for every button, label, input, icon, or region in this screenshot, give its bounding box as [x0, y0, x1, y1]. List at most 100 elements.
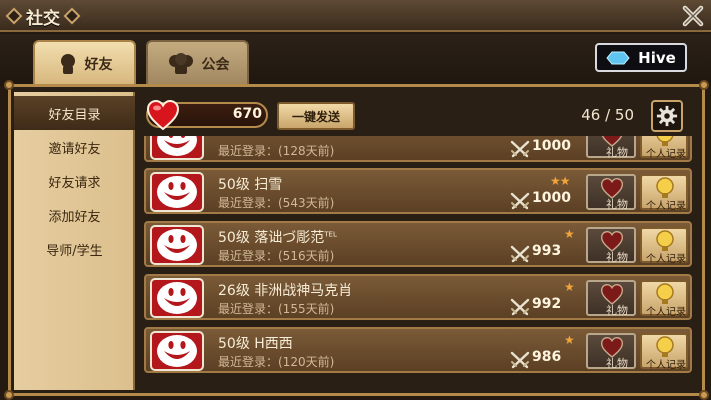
friend-row: 最近登录：(128天前) 1000 礼物 个人记录 [144, 136, 692, 162]
record-button[interactable]: 个人记录 [640, 280, 688, 318]
friend-name: 50级 落诎づ彫范TEL [218, 227, 337, 247]
smiley-face-icon [157, 176, 197, 208]
sidebar-item-friend-list[interactable]: 好友目录 [14, 96, 135, 130]
record-label: 个人记录 [646, 254, 686, 265]
friend-list[interactable]: 最近登录：(128天前) 1000 礼物 个人记录 50级 扫雪 最近登录：(5… [140, 136, 696, 388]
tab-friends[interactable]: 好友 [33, 40, 136, 86]
friend-score: 1000 [532, 138, 571, 154]
send-all-button[interactable]: 一键发送 [277, 102, 355, 130]
hive-button[interactable]: Hive [595, 43, 687, 72]
crossed-swords-icon [510, 351, 530, 369]
title-diamond-icon [63, 7, 81, 25]
sidebar-item-friend-requests[interactable]: 好友请求 [14, 164, 135, 198]
window-title: 社交 [26, 8, 60, 29]
gift-button[interactable]: 礼物 [586, 136, 636, 159]
sidebar-item-label: 邀请好友 [48, 141, 101, 157]
close-button[interactable] [679, 2, 707, 30]
record-button[interactable]: 个人记录 [640, 227, 688, 265]
sidebar-item-mentor-student[interactable]: 导师/学生 [14, 232, 135, 266]
frame-rivet [4, 80, 14, 90]
bulb-icon [656, 283, 674, 304]
tab-guild[interactable]: 公会 [146, 40, 249, 86]
title-diamond-icon [5, 7, 23, 25]
tab-friends-label: 好友 [84, 57, 113, 73]
friend-head-icon [57, 52, 79, 76]
guild-group-icon [166, 52, 196, 76]
smiley-face-icon [157, 229, 197, 261]
last-login: 最近登录：(120天前) [218, 355, 335, 369]
friend-score: 993 [532, 243, 562, 259]
frame-rivet [4, 390, 14, 400]
crossed-swords-icon [510, 245, 530, 263]
tab-guild-label: 公会 [201, 57, 230, 73]
record-button[interactable]: 个人记录 [640, 136, 688, 160]
heart-icon [146, 100, 180, 131]
record-label: 个人记录 [646, 307, 686, 318]
last-login: 最近登录：(516天前) [218, 249, 335, 263]
settings-button[interactable] [651, 100, 683, 132]
bulb-icon [656, 177, 674, 198]
friend-toolbar: 670 一键发送 46 / 50 [138, 92, 698, 134]
friend-row: 26级 非洲战神马克肖 最近登录：(155天前) ★ 992 礼物 个人记录 [144, 274, 692, 320]
star-rating: ★ [564, 280, 575, 294]
friend-avatar[interactable] [150, 331, 204, 371]
star-rating: ★★ [550, 174, 570, 188]
gift-label: 礼物 [606, 304, 628, 317]
gift-label: 礼物 [606, 198, 628, 211]
record-label: 个人记录 [646, 149, 686, 160]
star-rating: ★ [564, 333, 575, 347]
gift-label: 礼物 [606, 251, 628, 264]
hive-label: Hive [638, 48, 676, 67]
crossed-swords-icon [510, 298, 530, 316]
record-button[interactable]: 个人记录 [640, 333, 688, 371]
last-login: 最近登录：(128天前) [218, 144, 335, 158]
bulb-icon [656, 230, 674, 251]
frame-rivet [699, 80, 709, 90]
title-group: 社交 [5, 4, 81, 29]
friend-row: 50级 扫雪 最近登录：(543天前) ★★ 1000 礼物 个人记录 [144, 168, 692, 214]
friend-avatar[interactable] [150, 172, 204, 212]
last-login: 最近登录：(155天前) [218, 302, 335, 316]
friend-avatar[interactable] [150, 136, 204, 160]
smiley-face-icon [157, 136, 197, 156]
friend-name-text: 落诎づ彫范 [254, 230, 325, 246]
friend-name: 50级 扫雪 [218, 174, 282, 194]
friend-row: 50级 落诎づ彫范TEL 最近登录：(516天前) ★ 993 礼物 个人记录 [144, 221, 692, 267]
sidebar: 好友目录 邀请好友 好友请求 添加好友 导师/学生 [14, 92, 135, 390]
gift-button[interactable]: 礼物 [586, 280, 636, 317]
friend-avatar[interactable] [150, 278, 204, 318]
friend-name: 50级 H西西 [218, 333, 293, 353]
friend-level: 50级 [218, 177, 250, 193]
friend-score: 992 [532, 296, 562, 312]
smiley-face-icon [157, 335, 197, 367]
frame-rivet [699, 390, 709, 400]
friend-name-text: 非洲战神马克肖 [254, 283, 353, 299]
friend-name-text: 扫雪 [254, 177, 283, 193]
hive-diamond-icon [606, 51, 630, 64]
friend-row: 50级 H西西 最近登录：(120天前) ★ 986 礼物 个人记录 [144, 327, 692, 373]
friend-avatar[interactable] [150, 225, 204, 265]
gift-label: 礼物 [606, 146, 628, 159]
sidebar-item-label: 好友目录 [48, 107, 101, 123]
close-x-icon [682, 5, 704, 27]
friend-level: 26级 [218, 283, 250, 299]
friend-count: 46 / 50 [581, 106, 634, 124]
record-label: 个人记录 [646, 360, 686, 371]
title-bar: 社交 [0, 0, 711, 32]
last-login: 最近登录：(543天前) [218, 196, 335, 210]
gift-button[interactable]: 礼物 [586, 333, 636, 370]
sidebar-item-label: 添加好友 [48, 209, 101, 225]
sidebar-item-invite-friends[interactable]: 邀请好友 [14, 130, 135, 164]
heart-count: 670 [232, 106, 262, 122]
friend-name: 26级 非洲战神马克肖 [218, 280, 352, 300]
star-rating: ★ [564, 227, 575, 241]
gear-icon [656, 105, 678, 127]
crossed-swords-icon [510, 192, 530, 210]
sidebar-item-add-friend[interactable]: 添加好友 [14, 198, 135, 232]
record-button[interactable]: 个人记录 [640, 174, 688, 212]
smiley-face-icon [157, 282, 197, 314]
friend-score: 1000 [532, 190, 571, 206]
gift-button[interactable]: 礼物 [586, 227, 636, 264]
friend-name-text: H西西 [254, 336, 293, 352]
gift-button[interactable]: 礼物 [586, 174, 636, 211]
